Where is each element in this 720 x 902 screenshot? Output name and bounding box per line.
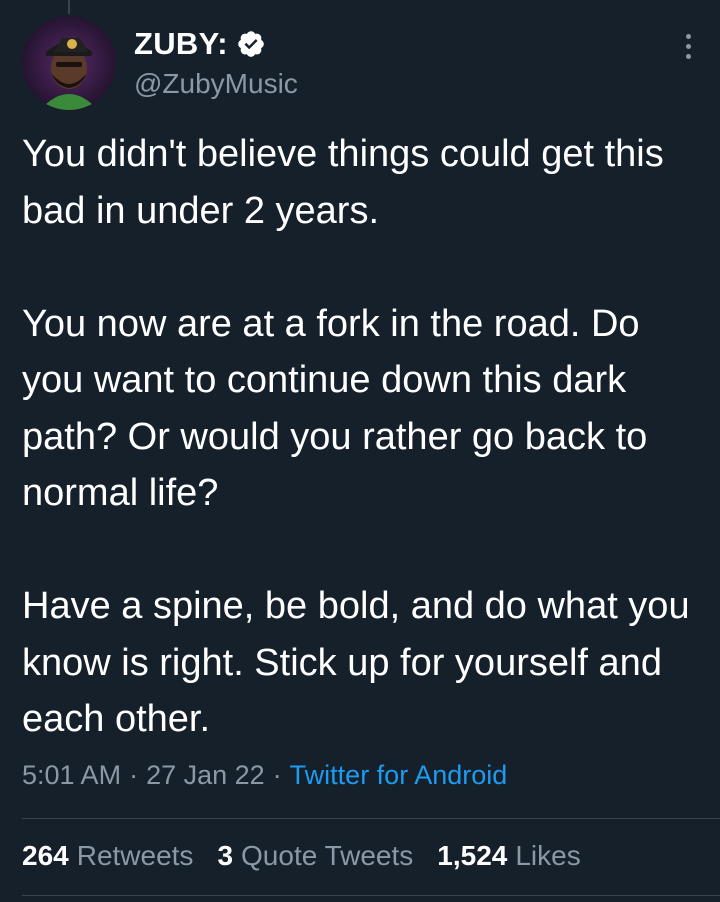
author-display-name[interactable]: ZUBY: (134, 26, 228, 62)
divider (22, 818, 720, 819)
likes-count: 1,524 (437, 840, 508, 871)
tweet-paragraph: Have a spine, be bold, and do what you k… (22, 585, 690, 740)
tweet-paragraph: You didn't believe things could get this… (22, 133, 664, 232)
divider (22, 895, 720, 896)
author-block: ZUBY: @ZubyMusic (134, 26, 298, 100)
tweet-time[interactable]: 5:01 AM (22, 760, 121, 790)
quote-tweets-label: Quote Tweets (241, 840, 414, 871)
likes-stat[interactable]: 1,524 Likes (437, 840, 580, 872)
author-handle[interactable]: @ZubyMusic (134, 68, 298, 100)
tweet-paragraph: You now are at a fork in the road. Do yo… (22, 302, 648, 515)
tweet-container: ZUBY: @ZubyMusic You didn't believe thin… (0, 0, 720, 902)
more-options-icon[interactable] (682, 34, 694, 66)
retweets-stat[interactable]: 264 Retweets (22, 840, 193, 872)
verified-badge-icon (236, 29, 266, 59)
engagement-stats: 264 Retweets 3 Quote Tweets 1,524 Likes (22, 840, 581, 872)
quote-tweets-count: 3 (217, 840, 234, 871)
tweet-date[interactable]: 27 Jan 22 (146, 760, 265, 790)
author-name-row: ZUBY: (134, 26, 298, 62)
tweet-source-link[interactable]: Twitter for Android (290, 760, 508, 790)
tweet-metadata: 5:01 AM · 27 Jan 22 · Twitter for Android (22, 760, 507, 791)
avatar-image (22, 16, 116, 110)
likes-label: Likes (515, 840, 581, 871)
meta-separator: · (272, 760, 282, 790)
quote-tweets-stat[interactable]: 3 Quote Tweets (217, 840, 413, 872)
retweets-label: Retweets (76, 840, 194, 871)
retweets-count: 264 (22, 840, 69, 871)
thread-connector-line (68, 0, 70, 14)
tweet-text: You didn't believe things could get this… (22, 126, 702, 748)
avatar[interactable] (22, 16, 116, 110)
meta-separator: · (129, 760, 139, 790)
